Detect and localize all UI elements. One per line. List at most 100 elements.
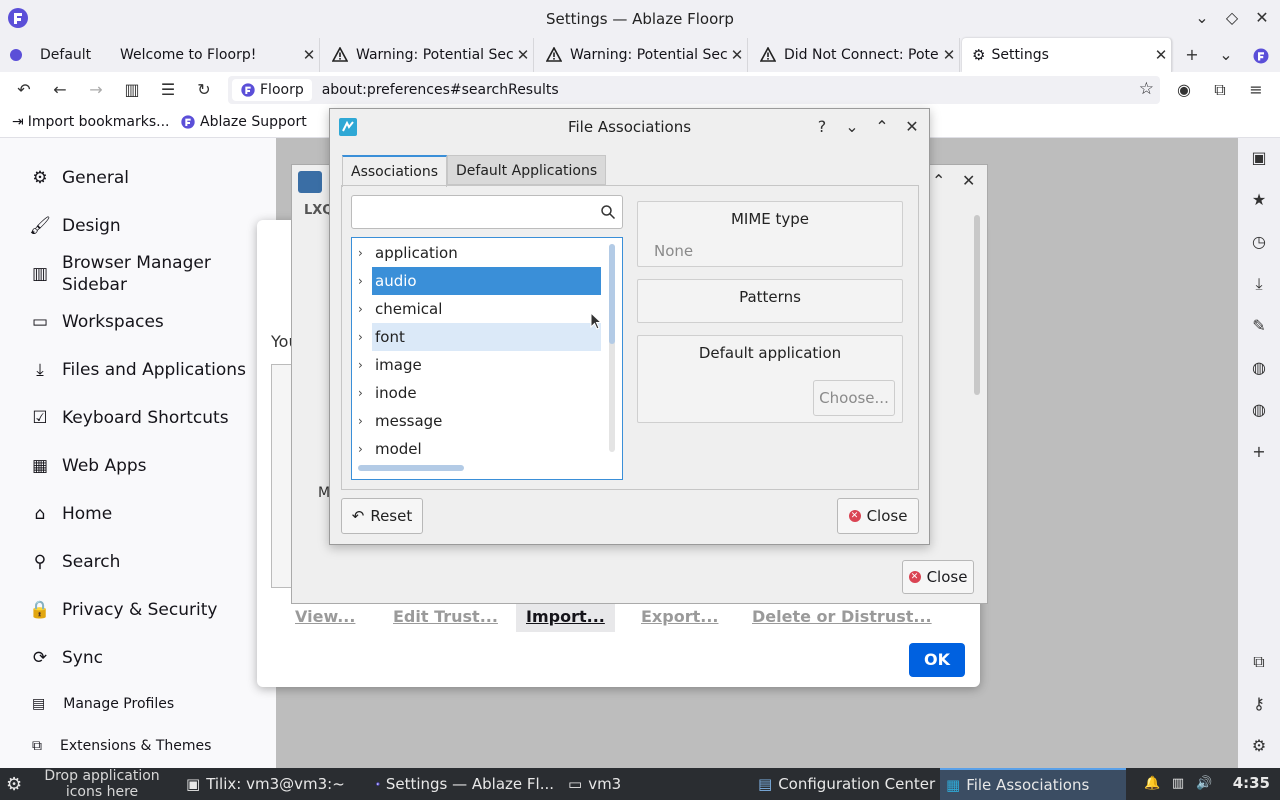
close-tab-icon[interactable]: ✕ (299, 46, 319, 64)
chevron-right-icon[interactable]: › (358, 239, 370, 267)
reset-button[interactable]: ↶ Reset (341, 498, 423, 534)
back-button[interactable]: ← (48, 78, 72, 102)
nav-privacy-security[interactable]: 🔒 Privacy & Security (28, 598, 217, 622)
maximize-icon[interactable]: ⌃ (932, 171, 945, 190)
bookmark-import[interactable]: ⇥ Import bookmarks... (12, 114, 170, 130)
close-button[interactable]: ✕ Close (837, 498, 919, 534)
close-tab-icon[interactable]: ✕ (939, 46, 959, 64)
tree-item[interactable]: › inode (352, 379, 602, 407)
chevron-right-icon[interactable]: › (358, 435, 370, 463)
history-icon[interactable]: ◷ (1249, 232, 1269, 252)
tree-tabs-icon[interactable]: ☰ (156, 78, 180, 102)
maximize-button[interactable]: ⌃ (872, 117, 892, 137)
nav-files-and-applications[interactable]: ⤓ Files and Applications (28, 358, 246, 382)
nav-workspaces[interactable]: ▭ Workspaces (28, 310, 164, 334)
url-bar[interactable]: Floorp about:preferences#searchResults ☆ (228, 76, 1160, 104)
close-tab-icon[interactable]: ✕ (1151, 46, 1171, 64)
tab-default-applications[interactable]: Default Applications (447, 155, 607, 185)
reload-button[interactable]: ↻ (192, 78, 216, 102)
identity-box[interactable]: Floorp (232, 79, 312, 101)
tree-item[interactable]: › message (352, 407, 602, 435)
tree-item-selected[interactable]: › audio (352, 267, 602, 295)
view-button[interactable]: View... (285, 602, 365, 632)
tab-did-not-connect[interactable]: Did Not Connect: Poten ✕ (750, 38, 960, 72)
sidebar-toggle-icon[interactable]: ▥ (120, 78, 144, 102)
chevron-right-icon[interactable]: › (358, 323, 370, 351)
nav-extensions-themes[interactable]: ⧉ Extensions & Themes (32, 738, 211, 754)
taskbar-item-vm3[interactable]: ▭ vm3 (562, 768, 632, 800)
edit-trust-button[interactable]: Edit Trust... (383, 602, 508, 632)
volume-icon[interactable]: 🔊 (1196, 776, 1212, 792)
downloads-icon[interactable]: ⤓ (1249, 274, 1269, 294)
briefcase-icon[interactable]: ▣ (1249, 148, 1269, 168)
floorp-menu-icon[interactable] (1252, 47, 1270, 65)
settings-gear-icon[interactable]: ⚙ (1249, 736, 1269, 756)
nav-manage-profiles[interactable]: ▤ Manage Profiles (32, 696, 174, 712)
vertical-scrollbar[interactable] (609, 244, 615, 452)
notes-pen-icon[interactable]: ✎ (1249, 316, 1269, 336)
tab-warning-2[interactable]: Warning: Potential Secu ✕ (536, 38, 748, 72)
tab-associations[interactable]: Associations (342, 155, 448, 187)
minimize-button[interactable]: ⌄ (1192, 8, 1212, 28)
forward-button[interactable]: → (84, 78, 108, 102)
nav-general[interactable]: ⚙ General (28, 166, 129, 190)
close-tab-icon[interactable]: ✕ (513, 46, 533, 64)
maximize-button[interactable]: ◇ (1222, 8, 1242, 28)
notifications-icon[interactable]: 🔔 (1144, 776, 1160, 792)
extensions-icon[interactable]: ⧉ (1208, 78, 1232, 102)
chevron-right-icon[interactable]: › (358, 295, 370, 323)
url-text[interactable]: about:preferences#searchResults (322, 82, 559, 98)
bookmarks-star-icon[interactable]: ★ (1249, 190, 1269, 210)
new-tab-button[interactable]: + (1180, 43, 1204, 67)
container-tab[interactable]: Default (8, 42, 91, 68)
close-icon[interactable]: ✕ (962, 171, 975, 190)
choose-button[interactable]: Choose... (813, 380, 895, 416)
tab-warning-1[interactable]: Warning: Potential Secu ✕ (322, 38, 534, 72)
list-tabs-button[interactable]: ⌄ (1214, 43, 1238, 67)
taskbar-item-floorp[interactable]: Settings — Ablaze Fl... (370, 768, 560, 800)
undo-close-tab-icon[interactable]: ↶ (12, 78, 36, 102)
export-button[interactable]: Export... (631, 602, 728, 632)
bookmark-star-icon[interactable]: ☆ (1139, 79, 1154, 99)
globe-icon[interactable]: ◍ (1249, 400, 1269, 420)
tab-settings[interactable]: ⚙ Settings ✕ (962, 38, 1172, 72)
app-menu-icon[interactable]: ≡ (1244, 78, 1268, 102)
tree-item[interactable]: › chemical (352, 295, 602, 323)
nav-search[interactable]: ⚲ Search (28, 550, 121, 574)
import-button[interactable]: Import... (516, 602, 615, 632)
close-dialog-button[interactable]: ✕ (902, 117, 922, 137)
nav-web-apps[interactable]: ▦ Web Apps (28, 454, 147, 478)
tree-item[interactable]: › model (352, 435, 602, 463)
chevron-right-icon[interactable]: › (358, 407, 370, 435)
globe-icon[interactable]: ◍ (1249, 358, 1269, 378)
close-tab-icon[interactable]: ✕ (727, 46, 747, 64)
horizontal-scrollbar[interactable] (358, 465, 464, 471)
mime-tree[interactable]: › application › audio › chemical › font › ima… (351, 237, 623, 480)
nav-design[interactable]: 🖌 Design (28, 214, 121, 238)
extensions-icon[interactable]: ⧉ (1249, 652, 1269, 672)
taskbar-item-file-associations[interactable]: ▦ File Associations (940, 768, 1126, 800)
delete-distrust-button[interactable]: Delete or Distrust... (742, 602, 942, 632)
tab-welcome[interactable]: Welcome to Floorp! ✕ (110, 38, 320, 72)
mime-search-input[interactable] (351, 195, 623, 229)
add-panel-icon[interactable]: + (1249, 442, 1269, 462)
minimize-button[interactable]: ⌄ (842, 117, 862, 137)
chevron-right-icon[interactable]: › (358, 267, 370, 295)
ok-button[interactable]: OK (909, 643, 965, 677)
config-close-button[interactable]: ✕ Close (902, 560, 974, 594)
key-icon[interactable]: ⚷ (1249, 694, 1269, 714)
tree-item[interactable]: › image (352, 351, 602, 379)
help-button[interactable]: ? (812, 117, 832, 137)
nav-sync[interactable]: ⟳ Sync (28, 646, 103, 670)
tree-item-hovered[interactable]: › font (352, 323, 602, 351)
start-menu-button[interactable]: ⚙ (0, 768, 32, 800)
tree-item[interactable]: › application (352, 239, 602, 267)
taskbar-item-tilix[interactable]: ▣ Tilix: vm3@vm3:~ (180, 768, 370, 800)
nav-home[interactable]: ⌂ Home (28, 502, 113, 526)
scrollbar-thumb[interactable] (609, 244, 615, 344)
bookmark-ablaze-support[interactable]: Ablaze Support (180, 114, 307, 130)
nav-keyboard-shortcuts[interactable]: ☑ Keyboard Shortcuts (28, 406, 228, 430)
taskbar-item-configuration-center[interactable]: ▤ Configuration Center (752, 768, 938, 800)
account-icon[interactable]: ◉ (1172, 78, 1196, 102)
chevron-right-icon[interactable]: › (358, 379, 370, 407)
